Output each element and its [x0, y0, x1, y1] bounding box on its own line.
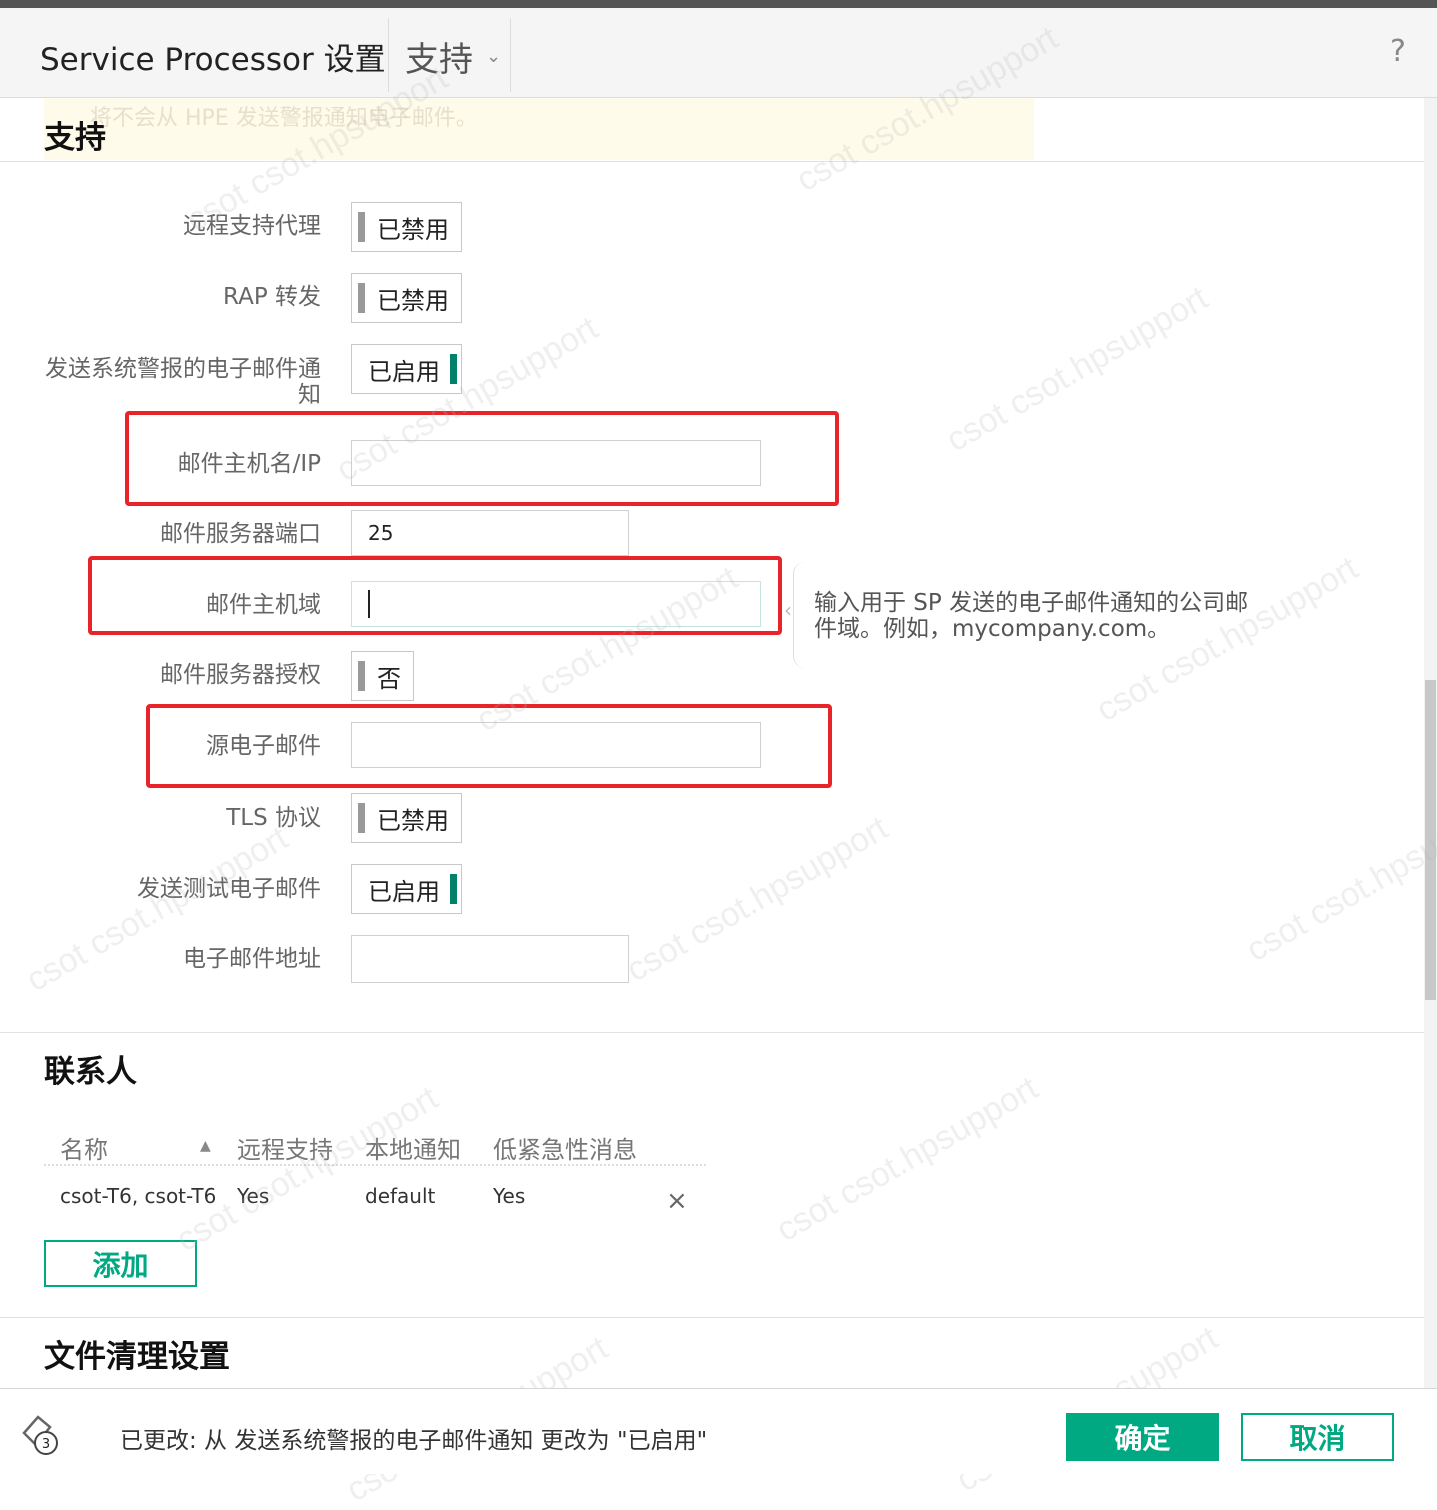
field-label-send-test-email: 发送测试电子邮件: [137, 876, 321, 902]
mail-domain-tooltip: ‹ 输入用于 SP 发送的电子邮件通知的公司邮件域。例如，mycompany.c…: [784, 562, 1253, 668]
toggle-value: 已禁用: [377, 806, 449, 835]
field-label-mail-port: 邮件服务器端口: [160, 521, 321, 547]
add-contact-button[interactable]: 添加: [44, 1240, 197, 1287]
file-cleanup-section-title: 文件清理设置: [44, 1339, 230, 1375]
watermark: csot csot.hpsupport: [619, 808, 895, 990]
toggle-value: 已禁用: [377, 286, 449, 315]
toggle-value: 否: [377, 664, 401, 693]
watermark: csot csot.hpsupport: [769, 1068, 1045, 1250]
field-label-remote-support-agent: 远程支持代理: [183, 213, 321, 239]
highlight-box-mail-host: [125, 411, 839, 506]
field-label-rap-forwarding: RAP 转发: [223, 284, 321, 310]
tooltip-text: 输入用于 SP 发送的电子邮件通知的公司邮件域。例如，mycompany.com…: [814, 590, 1249, 642]
watermark: csot csot.hpsupport: [19, 818, 295, 1000]
page-title: Service Processor 设置: [40, 42, 386, 78]
column-header-local-notify[interactable]: 本地通知: [365, 1130, 461, 1165]
mail-auth-toggle[interactable]: 否: [351, 651, 414, 701]
support-section-title: 支持: [44, 120, 106, 156]
scrollbar-thumb[interactable]: [1425, 680, 1436, 1000]
ok-button[interactable]: 确定: [1066, 1413, 1219, 1461]
send-test-email-toggle[interactable]: 已启用: [351, 864, 462, 914]
warning-text: 将不会从 HPE 发送警报通知电子邮件。: [90, 106, 478, 131]
page-header: Service Processor 设置 支持 ⌄ ?: [0, 8, 1437, 98]
watermark: csot csot.hpsupport: [939, 278, 1215, 460]
toggle-indicator: [358, 283, 365, 313]
window-top-bar: [0, 0, 1437, 8]
remote-support-agent-toggle[interactable]: 已禁用: [351, 202, 462, 252]
field-label-alert-email-notification: 发送系统警报的电子邮件通知: [45, 356, 321, 408]
contact-local-notify: default: [365, 1184, 436, 1208]
change-count-badge: 3: [42, 1437, 50, 1452]
sort-ascending-icon[interactable]: ▲: [200, 1138, 211, 1154]
divider: [0, 161, 1424, 162]
delete-contact-icon[interactable]: ×: [666, 1186, 688, 1216]
column-header-remote-support[interactable]: 远程支持: [237, 1130, 333, 1165]
toggle-indicator: [358, 661, 365, 691]
tls-toggle[interactable]: 已禁用: [351, 793, 462, 843]
toggle-value: 已禁用: [377, 215, 449, 244]
tooltip-arrow: ‹: [784, 598, 792, 622]
toggle-value: 已启用: [368, 877, 440, 906]
section-dropdown[interactable]: 支持: [405, 32, 473, 81]
change-tag-icon[interactable]: 3: [20, 1411, 66, 1457]
watermark: csot csot.hpsupport: [169, 1078, 445, 1260]
toggle-indicator: [450, 354, 457, 384]
column-header-name[interactable]: 名称: [60, 1130, 108, 1165]
toggle-indicator: [358, 803, 365, 833]
contact-remote-support: Yes: [237, 1184, 270, 1208]
field-label-mail-auth: 邮件服务器授权: [160, 662, 321, 688]
contacts-section-title: 联系人: [44, 1054, 137, 1090]
mail-port-input[interactable]: 25: [351, 510, 629, 556]
help-icon[interactable]: ?: [1390, 34, 1406, 69]
field-label-tls: TLS 协议: [226, 805, 321, 831]
footer-bar: 3 已更改: 从 发送系统警报的电子邮件通知 更改为 "已启用" 确定 取消: [0, 1388, 1437, 1474]
contact-name: csot-T6, csot-T6: [60, 1184, 217, 1208]
toggle-indicator: [358, 212, 365, 242]
table-header-divider: [44, 1164, 706, 1166]
field-label-email-address: 电子邮件地址: [183, 946, 321, 972]
watermark: csot csot.hpsupport: [1239, 788, 1437, 970]
highlight-box-mail-domain: [88, 556, 782, 635]
cancel-button[interactable]: 取消: [1241, 1413, 1394, 1461]
toggle-indicator: [450, 874, 457, 904]
header-divider: [388, 18, 389, 92]
toggle-value: 已启用: [368, 357, 440, 386]
divider: [0, 1317, 1424, 1318]
divider: [0, 1032, 1424, 1033]
header-divider: [510, 18, 511, 92]
change-message: 已更改: 从 发送系统警报的电子邮件通知 更改为 "已启用": [120, 1428, 708, 1454]
rap-forwarding-toggle[interactable]: 已禁用: [351, 273, 462, 323]
contact-low-urgency: Yes: [493, 1184, 526, 1208]
chevron-down-icon[interactable]: ⌄: [486, 46, 501, 67]
alert-email-notification-toggle[interactable]: 已启用: [351, 344, 462, 394]
highlight-box-source-email: [146, 704, 832, 788]
column-header-low-urgency[interactable]: 低紧急性消息: [493, 1130, 637, 1165]
email-address-input[interactable]: [351, 935, 629, 983]
